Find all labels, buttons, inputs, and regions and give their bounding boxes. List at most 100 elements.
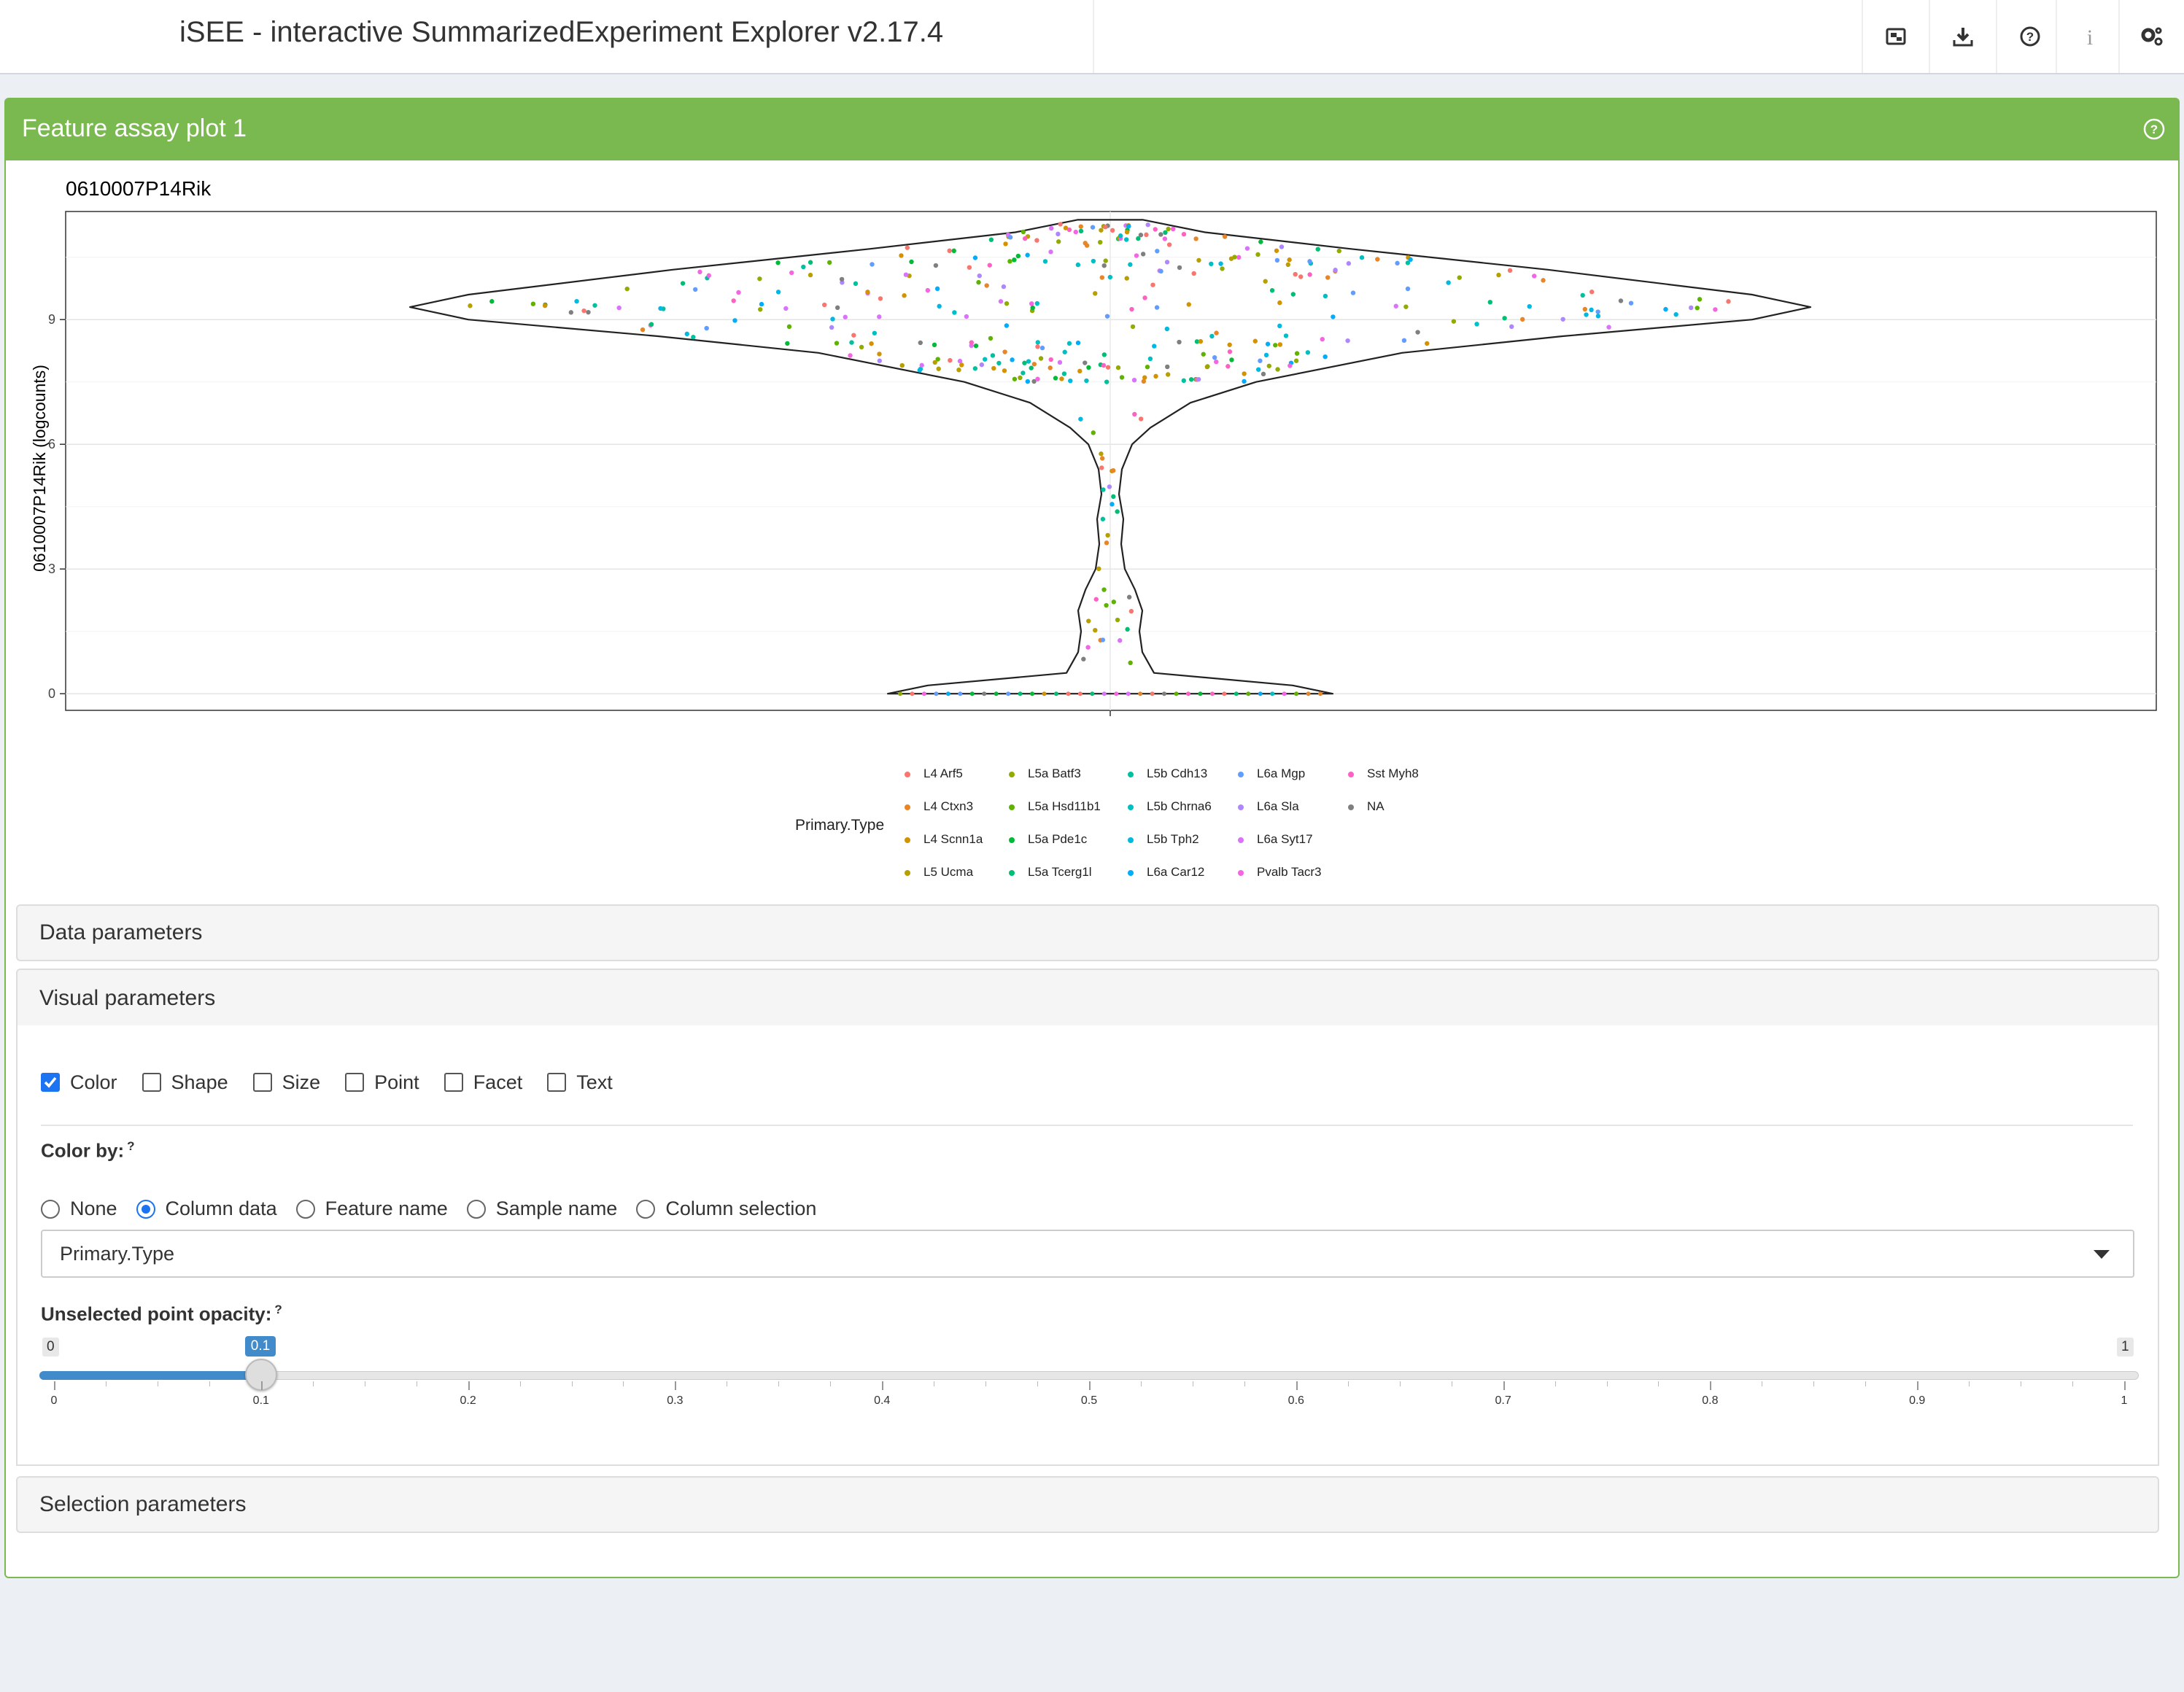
data-point: [1123, 237, 1129, 242]
radio-none[interactable]: None: [41, 1198, 117, 1220]
data-point: [808, 272, 813, 278]
data-point: [1318, 691, 1323, 696]
data-point: [1004, 323, 1010, 328]
data-point: [1049, 225, 1054, 231]
panel-title: Feature assay plot 1: [22, 115, 247, 142]
checkbox-facet[interactable]: Facet: [444, 1071, 522, 1094]
data-point: [1285, 262, 1290, 268]
checkbox-shape[interactable]: Shape: [142, 1071, 228, 1094]
data-point: [1099, 275, 1104, 280]
data-point: [1090, 225, 1096, 230]
data-point: [1196, 376, 1201, 382]
settings-button[interactable]: [2118, 0, 2184, 73]
data-parameters-label: Data parameters: [39, 920, 203, 944]
data-point: [1110, 228, 1115, 233]
radio-feature-name[interactable]: Feature name: [295, 1198, 448, 1220]
legend-label: L6a Car12: [1147, 865, 1205, 879]
radio-column-data[interactable]: Column data: [136, 1198, 277, 1220]
color-column-select[interactable]: Primary.Type: [41, 1230, 2134, 1278]
data-point: [1307, 259, 1312, 264]
radio-sample-name[interactable]: Sample name: [466, 1198, 617, 1220]
help-mark[interactable]: ?: [127, 1139, 134, 1153]
legend-label: L5a Pde1c: [1028, 832, 1088, 846]
y-tick-label: 6: [48, 437, 55, 451]
checkbox-box[interactable]: [41, 1073, 60, 1092]
data-point: [973, 343, 979, 349]
data-point: [1155, 249, 1160, 254]
checkbox-label: Color: [70, 1071, 117, 1093]
radio-column-selection[interactable]: Column selection: [636, 1198, 816, 1220]
data-point: [877, 352, 882, 357]
data-point: [592, 303, 597, 308]
checkbox-color[interactable]: Color: [41, 1071, 117, 1094]
data-point: [1293, 358, 1299, 363]
checkbox-point[interactable]: Point: [345, 1071, 419, 1094]
data-point: [1181, 231, 1187, 237]
data-point: [1162, 236, 1168, 241]
data-point: [1306, 691, 1311, 696]
slider-minor-tick: [1969, 1381, 1970, 1386]
data-parameters-section[interactable]: Data parameters: [16, 904, 2159, 961]
checkbox-box[interactable]: [345, 1073, 365, 1092]
data-point: [1695, 306, 1700, 311]
settings-icon: [2141, 27, 2163, 46]
slider-minor-tick: [519, 1381, 521, 1386]
radio-circle[interactable]: [466, 1199, 486, 1219]
data-point: [1138, 233, 1144, 238]
legend-label: L5a Batf3: [1028, 767, 1081, 780]
data-point: [1225, 364, 1231, 369]
data-point: [1042, 691, 1047, 696]
data-point: [1101, 691, 1107, 696]
data-point: [1140, 252, 1146, 257]
checkbox-box[interactable]: [252, 1073, 272, 1092]
help-button[interactable]: ?: [1996, 0, 2063, 73]
data-point: [616, 305, 621, 311]
chart-title: 0610007P14Rik: [66, 177, 212, 200]
checkbox-text[interactable]: Text: [547, 1071, 613, 1094]
data-point: [1034, 300, 1040, 306]
data-point: [1150, 691, 1155, 696]
radio-circle[interactable]: [636, 1199, 656, 1219]
data-point: [1331, 314, 1336, 319]
legend-label: L5 Ucma: [923, 865, 974, 879]
data-point: [789, 270, 794, 276]
data-point: [1001, 284, 1007, 290]
radio-circle[interactable]: [136, 1199, 155, 1219]
data-point: [1242, 379, 1247, 384]
help-mark[interactable]: ?: [274, 1303, 282, 1316]
checkbox-box[interactable]: [444, 1073, 463, 1092]
slider-minor-tick: [1140, 1381, 1142, 1386]
data-point: [1026, 359, 1031, 364]
slider-track[interactable]: [39, 1371, 2139, 1380]
slider-tick-label: 0.7: [1495, 1394, 1511, 1407]
legend-key: [1348, 804, 1354, 810]
legend-key: [1128, 869, 1134, 876]
violin-plot[interactable]: 0610007P14Rik 0 3 6 9 0610007P14Rik (logcount…: [6, 160, 2178, 890]
radio-circle[interactable]: [295, 1199, 315, 1219]
data-point: [991, 365, 996, 371]
data-point: [1093, 627, 1098, 633]
visual-parameters-section[interactable]: Visual parameters: [16, 969, 2159, 1027]
data-point: [1212, 355, 1217, 360]
info-button[interactable]: i: [2056, 0, 2123, 73]
data-point: [1277, 323, 1282, 329]
download-button[interactable]: [1929, 0, 1996, 73]
checkbox-box[interactable]: [142, 1073, 161, 1092]
data-point: [1100, 516, 1106, 521]
radio-circle[interactable]: [41, 1199, 60, 1219]
data-point: [1263, 279, 1268, 284]
legend-label: L4 Ctxn3: [923, 799, 974, 813]
checkbox-size[interactable]: Size: [252, 1071, 320, 1094]
selection-parameters-section[interactable]: Selection parameters: [16, 1476, 2159, 1533]
data-point: [1066, 341, 1072, 346]
data-point: [1150, 282, 1155, 287]
slider-tick: [675, 1381, 677, 1390]
checkbox-box[interactable]: [547, 1073, 567, 1092]
data-point: [1147, 356, 1153, 362]
data-point: [1205, 364, 1210, 369]
data-point: [1002, 349, 1007, 354]
export-button[interactable]: [1862, 0, 1929, 73]
slider-value-label: 0.1: [244, 1336, 276, 1357]
question-circle-icon[interactable]: ?: [2142, 117, 2166, 141]
data-point: [1320, 336, 1325, 342]
